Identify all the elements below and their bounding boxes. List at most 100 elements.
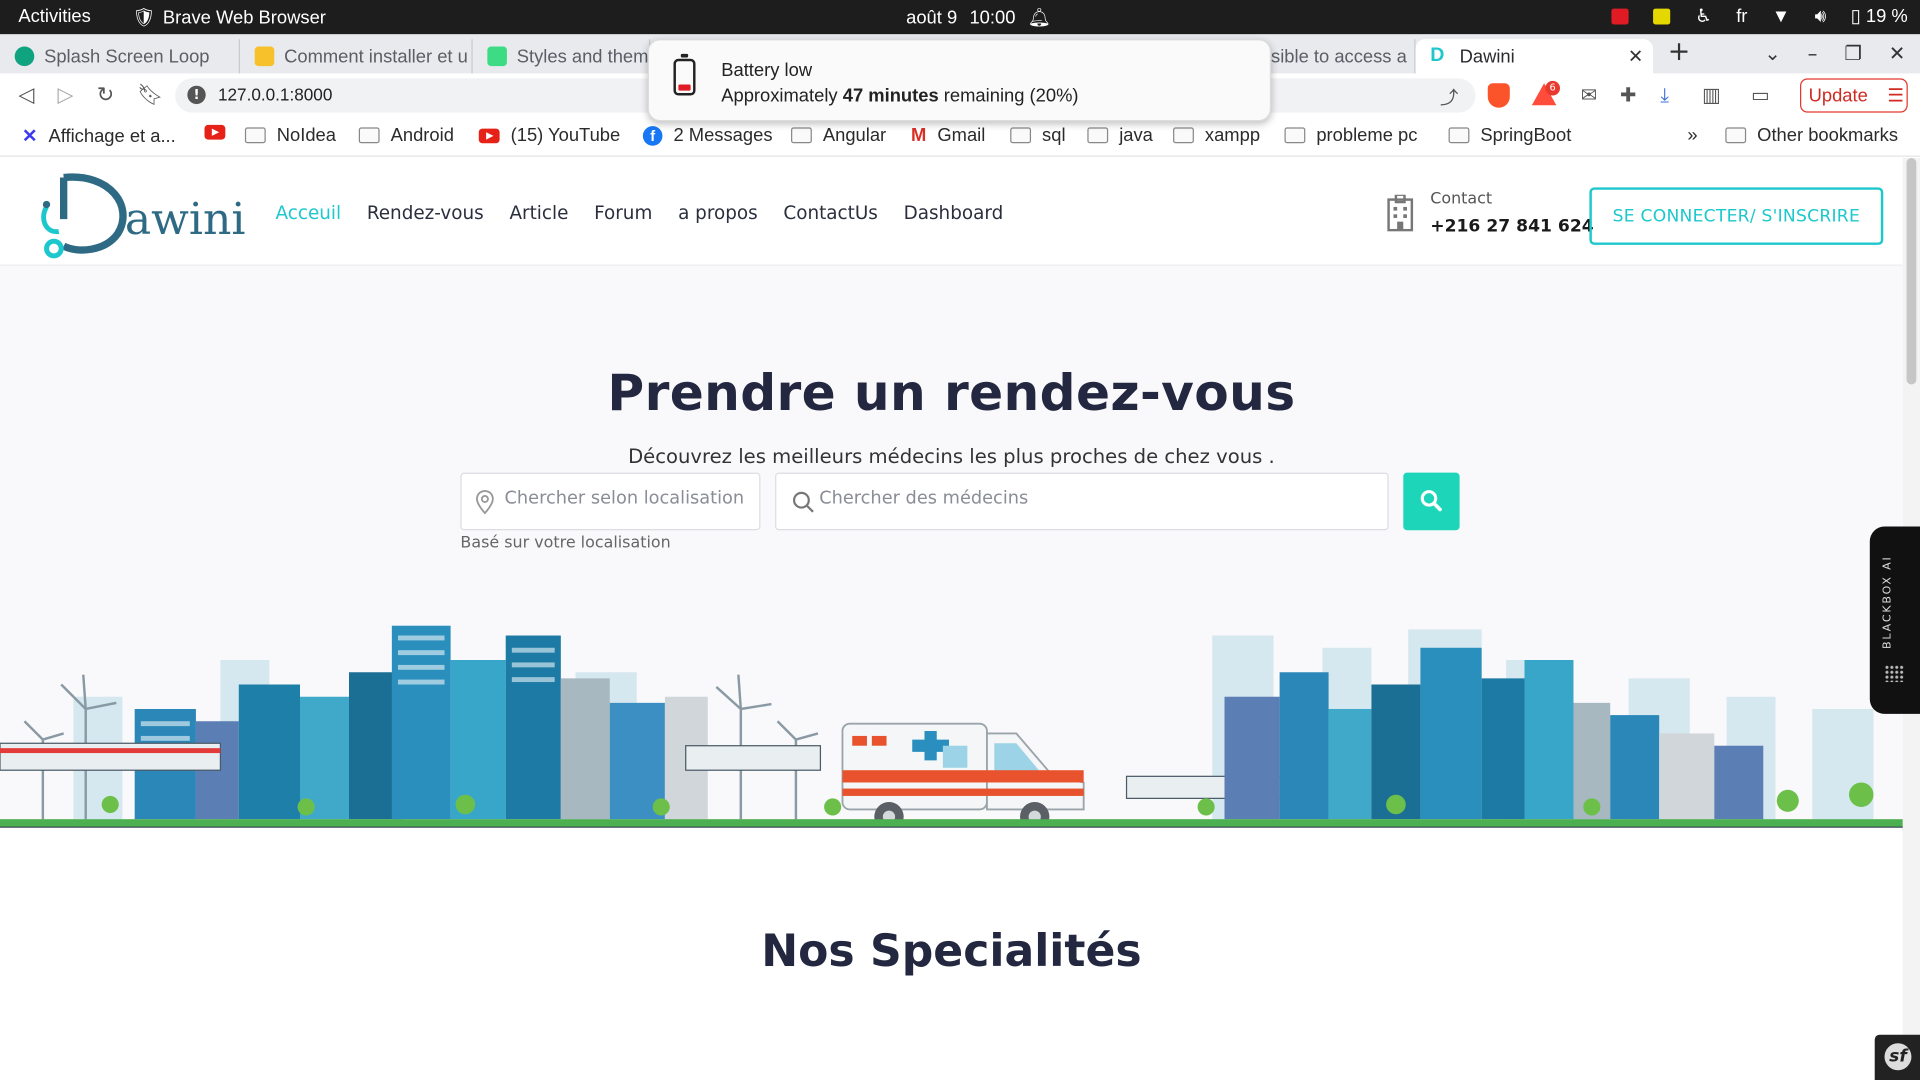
nav-rendez-vous[interactable]: Rendez-vous	[367, 202, 484, 224]
tab-possible-to-access[interactable]: sible to access a	[1271, 39, 1416, 74]
bookmark-xampp[interactable]: xampp	[1173, 125, 1260, 146]
contact-label: Contact	[1430, 189, 1493, 209]
bookmark-affichage[interactable]: ✕ Affichage et a...	[22, 125, 176, 147]
time: 10:00	[969, 6, 1016, 28]
wallet-icon[interactable]: ▭	[1751, 83, 1770, 106]
anydesk-icon[interactable]	[1611, 7, 1630, 24]
url-text[interactable]: 127.0.0.1:8000	[218, 84, 332, 104]
dawini-logo[interactable]: awini	[37, 170, 246, 259]
tab-title: Splash Screen Loop	[44, 45, 210, 67]
facebook-icon: f	[642, 125, 663, 146]
bookmark-youtube[interactable]: (15) YouTube	[478, 125, 620, 146]
tab-styles-and-themes[interactable]: Styles and them	[473, 39, 651, 74]
android-icon	[487, 46, 507, 67]
tab-search-chevron-icon[interactable]: ⌄	[1764, 42, 1780, 65]
alarm-bell-icon: 🔔︎	[1027, 7, 1052, 29]
nav-a-propos[interactable]: a propos	[678, 202, 758, 224]
tab-title: Dawini	[1459, 45, 1515, 67]
tab-dawini[interactable]: D Dawini ✕	[1415, 39, 1654, 74]
bookmarks-overflow-button[interactable]: »	[1687, 125, 1697, 146]
forward-button[interactable]: ▷	[58, 83, 74, 107]
location-search-field[interactable]	[460, 472, 761, 531]
login-register-button[interactable]: SE CONNECTER/ S'INSCRIRE	[1589, 187, 1884, 245]
accessibility-icon[interactable]: ♿︎	[1695, 5, 1711, 27]
tab-title: sible to access a	[1271, 45, 1407, 67]
web-page: awini Acceuil Rendez-vous Article Forum …	[0, 157, 1903, 1080]
x-icon: ✕	[22, 126, 38, 147]
contact-phone[interactable]: +216 27 841 624	[1430, 217, 1593, 237]
blackbox-label: BLACKBOX AI	[1882, 555, 1895, 649]
tab-title: Styles and them	[516, 45, 649, 67]
location-search-input[interactable]	[504, 488, 750, 509]
symfony-toolbar-toggle[interactable]: sf	[1874, 1034, 1920, 1080]
scrollbar-thumb[interactable]	[1906, 157, 1917, 385]
blackbox-ai-tab[interactable]: BLACKBOX AI	[1869, 526, 1920, 714]
bookmark-noidea[interactable]: NoIdea	[244, 124, 336, 146]
bookmark-messages[interactable]: f 2 Messages	[642, 125, 773, 146]
location-hint: Basé sur votre localisation	[460, 533, 671, 553]
nav-dashboard[interactable]: Dashboard	[904, 202, 1004, 224]
battery-icon: ▯	[1850, 6, 1861, 27]
close-tab-icon[interactable]: ✕	[1628, 45, 1643, 68]
bookmark-android[interactable]: Android	[358, 125, 454, 146]
nav-forum[interactable]: Forum	[594, 202, 652, 224]
bookmark-youtube-icon-only[interactable]	[204, 124, 226, 140]
doctor-search-field[interactable]	[775, 472, 1389, 531]
update-button[interactable]: Update ☰	[1800, 78, 1908, 113]
tab-comment-installer[interactable]: Comment installer et u	[240, 39, 473, 74]
folder-icon	[791, 127, 812, 144]
other-bookmarks[interactable]: Other bookmarks	[1725, 125, 1898, 146]
bookmarks-bar: ✕ Affichage et a... NoIdea Android (15) …	[0, 117, 1920, 157]
bookmark-label: NoIdea	[276, 124, 336, 146]
site-info-icon[interactable]: !	[187, 85, 206, 105]
logo-wordmark: awini	[124, 194, 246, 245]
window-controls: ⌄ – ❐ ✕	[1764, 42, 1905, 65]
notification-body: Approximately 47 minutes remaining (20%)	[721, 86, 1078, 107]
back-button[interactable]: ◁	[18, 83, 34, 107]
app-menu[interactable]: 🛡 Brave Web Browser	[132, 6, 326, 28]
search-button[interactable]	[1403, 472, 1460, 531]
language-indicator[interactable]: fr	[1736, 6, 1747, 27]
sidebar-icon[interactable]: ▥	[1702, 83, 1721, 106]
notes-icon[interactable]	[1653, 7, 1671, 24]
gmail-icon: M	[911, 124, 927, 146]
nav-acceuil[interactable]: Acceuil	[276, 202, 342, 224]
bookmark-gmail[interactable]: M Gmail	[911, 125, 985, 146]
nav-contactus[interactable]: ContactUs	[783, 202, 877, 224]
bookmark-label: Gmail	[937, 124, 986, 146]
mail-icon[interactable]: ✉	[1581, 83, 1597, 106]
doctor-search-input[interactable]	[819, 488, 1371, 509]
system-tray[interactable]: ♿︎ fr ▼ 🔊︎ ▯ 19 %	[1611, 5, 1908, 27]
clock[interactable]: août 9 10:00 🔔︎	[906, 6, 1051, 28]
folder-icon	[1087, 127, 1109, 144]
bookmark-button[interactable]: 🔖︎	[137, 83, 163, 107]
bookmark-springboot[interactable]: SpringBoot	[1448, 125, 1571, 146]
bookmark-java[interactable]: java	[1087, 125, 1153, 146]
maximize-button[interactable]: ❐	[1844, 42, 1862, 65]
bookmark-probleme-pc[interactable]: probleme pc	[1284, 125, 1417, 146]
map-pin-icon	[476, 490, 494, 515]
symfony-icon: sf	[1884, 1043, 1912, 1071]
minimize-button[interactable]: –	[1808, 42, 1818, 65]
nav-article[interactable]: Article	[509, 202, 568, 224]
share-icon[interactable]: ⤴	[1440, 84, 1458, 110]
activities-button[interactable]: Activities	[18, 6, 90, 27]
extensions-icon[interactable]: ✚	[1620, 83, 1636, 106]
reload-button[interactable]: ↻	[97, 83, 114, 107]
new-tab-button[interactable]: +	[1668, 37, 1691, 68]
bookmark-angular[interactable]: Angular	[791, 125, 886, 146]
close-window-button[interactable]: ✕	[1889, 42, 1905, 65]
tab-splash-screen[interactable]: Splash Screen Loop	[0, 39, 241, 74]
download-icon[interactable]: ⤓	[1660, 83, 1669, 107]
battery-low-notification[interactable]: Battery low Approximately 47 minutes rem…	[647, 39, 1272, 122]
screen: Activities 🛡 Brave Web Browser août 9 10…	[0, 0, 1920, 1080]
chatgpt-icon	[14, 46, 35, 67]
folder-icon	[1725, 127, 1747, 144]
wifi-icon: ▼	[1771, 5, 1791, 27]
folder-icon	[1448, 127, 1470, 144]
brave-shields-icon[interactable]	[1487, 83, 1510, 108]
bookmark-sql[interactable]: sql	[1010, 125, 1066, 146]
volume-icon: 🔊︎	[1814, 5, 1827, 27]
tab-title: Comment installer et u	[284, 45, 468, 67]
specialties-title: Nos Specialités	[761, 926, 1142, 978]
